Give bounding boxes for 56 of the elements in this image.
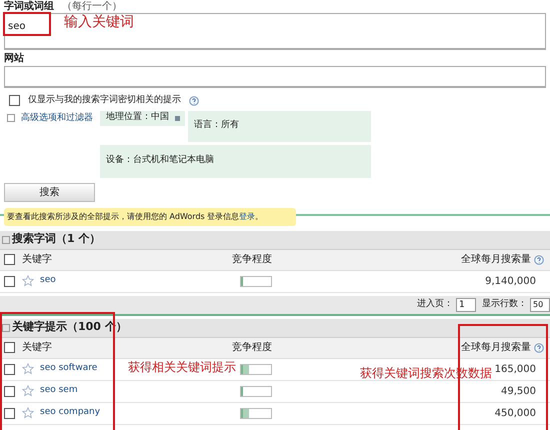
search-volume: 450,000: [494, 406, 536, 420]
annotation-text: 输入关键词: [64, 13, 134, 32]
field-value: seo: [8, 21, 26, 32]
expand-icon[interactable]: [7, 114, 15, 122]
keyword-link[interactable]: seo software: [40, 362, 98, 376]
annotation-text: 获得相关关键词提示: [128, 359, 236, 376]
field-label: 网站: [4, 52, 25, 66]
checkbox[interactable]: [4, 408, 15, 418]
search-volume: 165,000: [494, 362, 536, 376]
filter-text: 地理位置：中国: [106, 111, 169, 124]
pager-label: 显示行数：: [482, 298, 527, 311]
search-volume: 9,140,000: [485, 274, 536, 288]
checkbox[interactable]: [4, 364, 15, 374]
collapse-icon[interactable]: [2, 324, 10, 332]
filter-chip[interactable]: 设备：台式机和笔记本电脑: [100, 144, 371, 178]
help-icon[interactable]: [534, 254, 544, 264]
checkbox[interactable]: [4, 342, 15, 353]
search-button[interactable]: 搜索: [4, 182, 95, 202]
filter-text: 设备：台式机和笔记本电脑: [106, 154, 214, 168]
pager-label: 进入页：: [417, 298, 453, 311]
star-icon[interactable]: [22, 385, 34, 397]
keyword-link[interactable]: seo: [40, 274, 56, 288]
remove-icon[interactable]: [175, 116, 180, 120]
search-volume: 49,500: [501, 384, 536, 398]
checkbox[interactable]: [9, 95, 20, 106]
advanced-options-link[interactable]: 高级选项和过滤器: [21, 112, 93, 125]
star-icon[interactable]: [22, 275, 34, 287]
column-header: 全球每月搜索量: [461, 340, 531, 355]
checkbox[interactable]: [4, 276, 15, 286]
page-field[interactable]: 1: [456, 298, 476, 312]
field-label: 字词或词组: [4, 0, 54, 14]
column-header: 竞争程度: [232, 340, 272, 355]
filter-text: 语言：所有: [194, 119, 239, 132]
highlight-frame: [3, 12, 51, 36]
login-link[interactable]: 登录: [239, 212, 256, 220]
rows-dropdown[interactable]: 50: [530, 298, 550, 312]
keyword-link[interactable]: seo company: [40, 406, 100, 420]
checkbox[interactable]: [4, 254, 15, 265]
column-header: 竞争程度: [232, 252, 272, 267]
help-icon[interactable]: [534, 342, 544, 352]
filter-chip[interactable]: 语言：所有: [188, 110, 371, 142]
filter-chip[interactable]: 地理位置：中国: [100, 110, 185, 126]
keyword-link[interactable]: seo sem: [40, 384, 78, 398]
checkbox-label: 仅显示与我的搜索字词密切相关的提示: [28, 94, 181, 107]
website-field[interactable]: [4, 66, 546, 88]
column-header: 全球每月搜索量: [461, 252, 531, 267]
section-title: 搜索字词（1 个）: [12, 231, 100, 248]
column-header: 关键字: [22, 252, 52, 267]
collapse-icon[interactable]: [2, 236, 10, 244]
notice-text: 要查看此搜索所涉及的全部提示，请使用您的 AdWords 登录信息登录。: [7, 210, 264, 222]
star-icon[interactable]: [22, 363, 34, 375]
star-icon[interactable]: [22, 407, 34, 419]
column-header: 关键字: [22, 340, 52, 355]
field-hint: （每行一个）: [62, 0, 122, 14]
checkbox[interactable]: [4, 386, 15, 396]
help-icon[interactable]: [189, 96, 199, 106]
